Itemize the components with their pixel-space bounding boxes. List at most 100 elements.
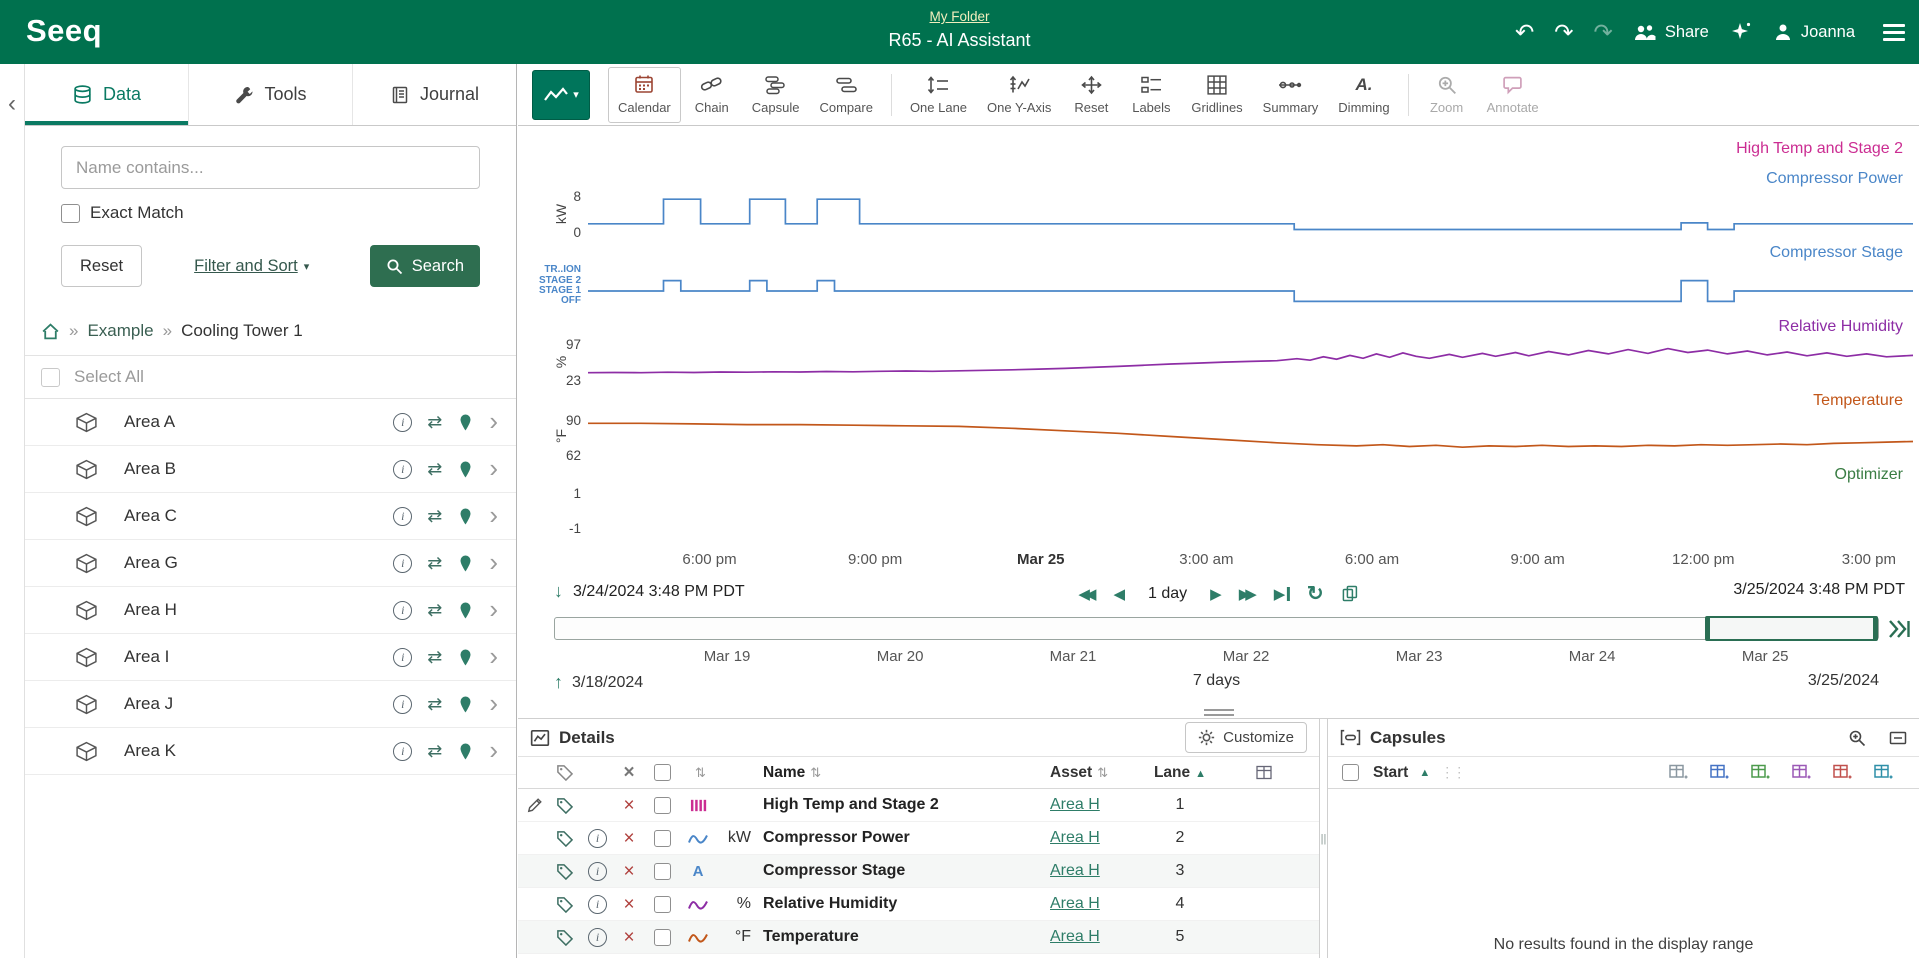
info-icon[interactable]: i (588, 928, 607, 947)
pin-icon[interactable] (457, 460, 474, 479)
info-icon[interactable]: i (393, 742, 412, 761)
step-back-half-icon[interactable]: ◀ (1113, 585, 1125, 603)
asset-list-item[interactable]: Area C i ⇄ › (25, 493, 516, 540)
capsules-select-all-checkbox[interactable] (1342, 764, 1359, 781)
swap-asset-icon[interactable]: ⇄ (427, 694, 442, 715)
summary-button[interactable]: Summary (1254, 67, 1328, 123)
tab-tools[interactable]: Tools (189, 64, 353, 125)
swap-asset-icon[interactable]: ⇄ (427, 459, 442, 480)
row-checkbox[interactable] (654, 929, 671, 946)
tag-icon[interactable] (548, 863, 581, 880)
add-column-icon[interactable] (1669, 764, 1688, 781)
add-column-icon[interactable] (1833, 764, 1852, 781)
capsules-body[interactable]: No results found in the display range (1328, 789, 1919, 958)
tab-data[interactable]: Data (25, 64, 189, 125)
tag-column-icon[interactable] (548, 764, 581, 781)
asset-list-item[interactable]: Area H i ⇄ › (25, 587, 516, 634)
column-grip-icon[interactable]: ⋮⋮ (1440, 764, 1464, 781)
asset-list-item[interactable]: Area I i ⇄ › (25, 634, 516, 681)
asset-list-item[interactable]: Area A i ⇄ › (25, 399, 516, 446)
info-icon[interactable]: i (588, 862, 607, 881)
add-column-icon[interactable] (1792, 764, 1811, 781)
asset-link[interactable]: Area H (1050, 862, 1100, 880)
display-range-end[interactable]: 3/25/2024 3:48 PM PDT (1733, 581, 1905, 598)
details-row[interactable]: i × A Compressor (518, 855, 1319, 888)
asset-list-item[interactable]: Area G i ⇄ › (25, 540, 516, 587)
chevron-right-icon[interactable]: › (489, 596, 498, 622)
row-checkbox[interactable] (654, 896, 671, 913)
copy-range-icon[interactable] (1341, 585, 1359, 603)
hamburger-menu-icon[interactable] (1883, 24, 1905, 41)
annotate-button[interactable]: Annotate (1478, 67, 1548, 123)
step-forward-half-icon[interactable]: ▶ (1210, 585, 1222, 603)
redo-all-icon[interactable]: ↷ (1594, 21, 1613, 44)
exact-match-checkbox[interactable] (61, 204, 80, 223)
swap-asset-icon[interactable]: ⇄ (427, 553, 442, 574)
details-row[interactable]: i × A kW Compress (518, 822, 1319, 855)
chevron-right-icon[interactable]: › (489, 455, 498, 481)
collapse-sidebar-icon[interactable]: ‹ (0, 92, 24, 116)
exact-match-row[interactable]: Exact Match (61, 203, 480, 223)
seeq-logo[interactable]: Seeq (26, 0, 102, 62)
pin-icon[interactable] (457, 601, 474, 620)
pin-icon[interactable] (457, 742, 474, 761)
redo-icon[interactable]: ↷ (1554, 21, 1573, 44)
tag-icon[interactable] (548, 797, 581, 814)
details-select-all-checkbox[interactable] (654, 764, 671, 781)
tab-journal[interactable]: Journal (353, 64, 516, 125)
chevron-right-icon[interactable]: › (489, 549, 498, 575)
details-row[interactable]: i × A °F Temperat (518, 921, 1319, 954)
sidebar-collapse-strip[interactable]: ‹ (0, 64, 25, 958)
step-back-full-icon[interactable]: ◀◀ (1078, 585, 1096, 603)
duration-label[interactable]: 1 day (1148, 585, 1187, 603)
item-name[interactable]: High Temp and Stage 2 (758, 796, 1050, 814)
asset-link[interactable]: Area H (1050, 829, 1100, 847)
select-all-checkbox[interactable] (41, 368, 60, 387)
chevron-right-icon[interactable]: › (489, 643, 498, 669)
swap-asset-icon[interactable]: ⇄ (427, 647, 442, 668)
swap-asset-icon[interactable]: ⇄ (427, 506, 442, 527)
home-icon[interactable] (41, 323, 60, 340)
pencil-icon[interactable] (518, 797, 548, 813)
collapse-panel-icon[interactable] (1889, 729, 1907, 747)
user-menu[interactable]: Joanna (1773, 22, 1855, 42)
overview-selection[interactable] (1705, 616, 1878, 641)
info-icon[interactable]: i (393, 413, 412, 432)
add-column-icon[interactable] (1751, 764, 1770, 781)
item-name[interactable]: Compressor Power (758, 829, 1050, 847)
gridlines-button[interactable]: Gridlines (1182, 67, 1251, 123)
pin-icon[interactable] (457, 648, 474, 667)
jump-to-end-icon[interactable] (1886, 618, 1912, 640)
row-checkbox[interactable] (654, 863, 671, 880)
details-row[interactable]: i × A % Relative (518, 888, 1319, 921)
dimming-button[interactable]: A. Dimming (1329, 67, 1398, 123)
info-icon[interactable]: i (588, 895, 607, 914)
my-folder-link[interactable]: My Folder (929, 9, 989, 24)
trend-plot[interactable] (588, 126, 1913, 540)
chevron-right-icon[interactable]: › (489, 502, 498, 528)
column-asset[interactable]: Asset⇅ (1050, 764, 1150, 782)
undo-icon[interactable]: ↶ (1515, 21, 1534, 44)
filter-and-sort-link[interactable]: Filter and Sort ▾ (194, 257, 309, 276)
remove-all-icon[interactable]: × (614, 763, 644, 782)
asset-link[interactable]: Area H (1050, 895, 1100, 913)
remove-item-icon[interactable]: × (614, 862, 644, 881)
breadcrumb-example[interactable]: Example (87, 321, 153, 341)
vertical-splitter[interactable]: || (1320, 719, 1328, 958)
zoom-button[interactable]: Zoom (1418, 67, 1476, 123)
remove-item-icon[interactable]: × (614, 796, 644, 815)
chain-button[interactable]: Chain (683, 67, 741, 123)
investigate-range-end[interactable]: 3/25/2024 (1808, 672, 1879, 690)
info-icon[interactable]: i (393, 460, 412, 479)
overview-track[interactable] (554, 617, 1879, 640)
asset-list-item[interactable]: Area B i ⇄ › (25, 446, 516, 493)
calendar-button[interactable]: Calendar (608, 67, 681, 123)
swap-asset-icon[interactable]: ⇄ (427, 412, 442, 433)
trend-chart[interactable]: High Temp and Stage 2Compressor PowerkW8… (518, 126, 1919, 550)
item-name[interactable]: Compressor Stage (758, 862, 1050, 880)
investigate-range-start[interactable]: 3/18/2024 (572, 674, 643, 692)
info-icon[interactable]: i (393, 601, 412, 620)
tag-icon[interactable] (548, 830, 581, 847)
one-lane-button[interactable]: One Lane (901, 67, 976, 123)
search-input[interactable] (61, 146, 480, 189)
